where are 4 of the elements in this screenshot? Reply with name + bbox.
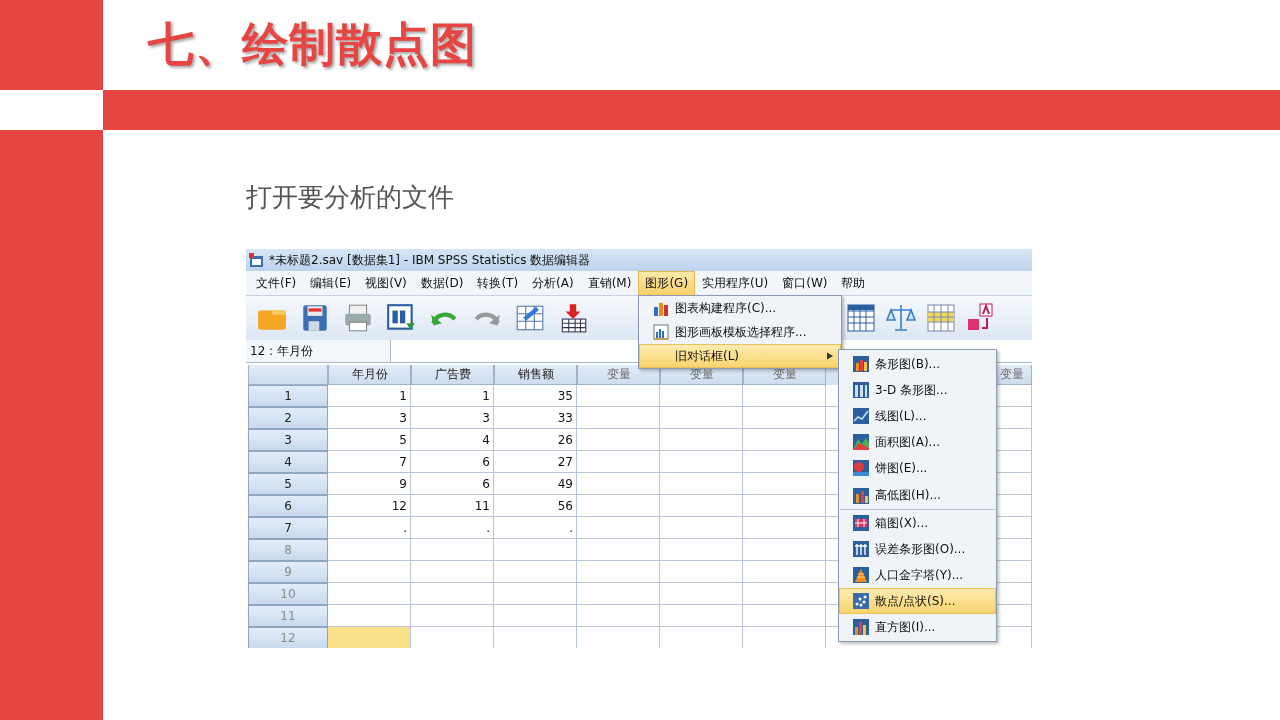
window-title: *未标题2.sav [数据集1] - IBM SPSS Statistics 数据编辑器 [269,251,591,269]
slide-subtitle: 打开要分析的文件 [246,181,455,214]
slide-title: 七、绘制散点图 [148,16,477,73]
cell-reference: 12 : 年月份 [246,340,391,362]
